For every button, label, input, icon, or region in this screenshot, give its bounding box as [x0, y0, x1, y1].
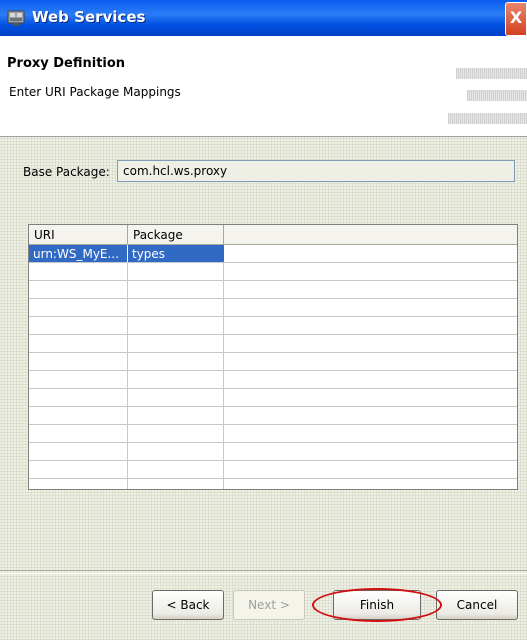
uri-cell[interactable]: urn:WS_MyE...	[29, 245, 127, 262]
column-divider	[223, 263, 224, 489]
empty-table-row	[29, 335, 517, 353]
column-header-package[interactable]: Package	[128, 225, 224, 245]
empty-table-row	[29, 425, 517, 443]
header-banner-graphic	[448, 113, 527, 124]
wizard-header: Proxy Definition Enter URI Package Mappi…	[0, 36, 527, 137]
empty-table-row	[29, 371, 517, 389]
page-description: Enter URI Package Mappings	[9, 85, 181, 99]
column-header-filler	[224, 225, 517, 245]
empty-table-row	[29, 317, 517, 335]
empty-table-row	[29, 353, 517, 371]
empty-table-row	[29, 443, 517, 461]
empty-table-row	[29, 281, 517, 299]
package-cell[interactable]: types	[128, 245, 224, 262]
cancel-button[interactable]: Cancel	[436, 590, 518, 620]
annotation-ellipse	[312, 588, 442, 622]
header-banner-graphic	[456, 68, 527, 79]
back-button[interactable]: < Back	[152, 590, 224, 620]
empty-table-row	[29, 389, 517, 407]
column-header-uri[interactable]: URI	[29, 225, 128, 245]
web-services-dialog: Web Services X Proxy Definition Enter UR…	[0, 0, 527, 640]
empty-table-row	[29, 299, 517, 317]
close-button[interactable]: X	[505, 2, 527, 36]
close-icon: X	[509, 8, 523, 27]
header-banner-graphic	[467, 90, 527, 101]
empty-table-row	[29, 407, 517, 425]
column-divider	[127, 263, 128, 489]
page-title: Proxy Definition	[7, 56, 126, 71]
uri-package-table[interactable]: URI Package urn:WS_MyE... types	[28, 224, 518, 490]
next-button[interactable]: Next >	[233, 590, 305, 620]
base-package-field[interactable]: com.hcl.ws.proxy	[117, 160, 515, 182]
empty-table-row	[29, 461, 517, 479]
title-bar[interactable]: Web Services X	[0, 0, 527, 36]
empty-table-row	[29, 263, 517, 281]
table-row[interactable]: urn:WS_MyE... types	[29, 245, 517, 263]
web-services-icon	[7, 10, 25, 26]
window-title: Web Services	[32, 8, 146, 26]
footer-separator	[0, 570, 527, 574]
base-package-label: Base Package:	[23, 165, 110, 179]
